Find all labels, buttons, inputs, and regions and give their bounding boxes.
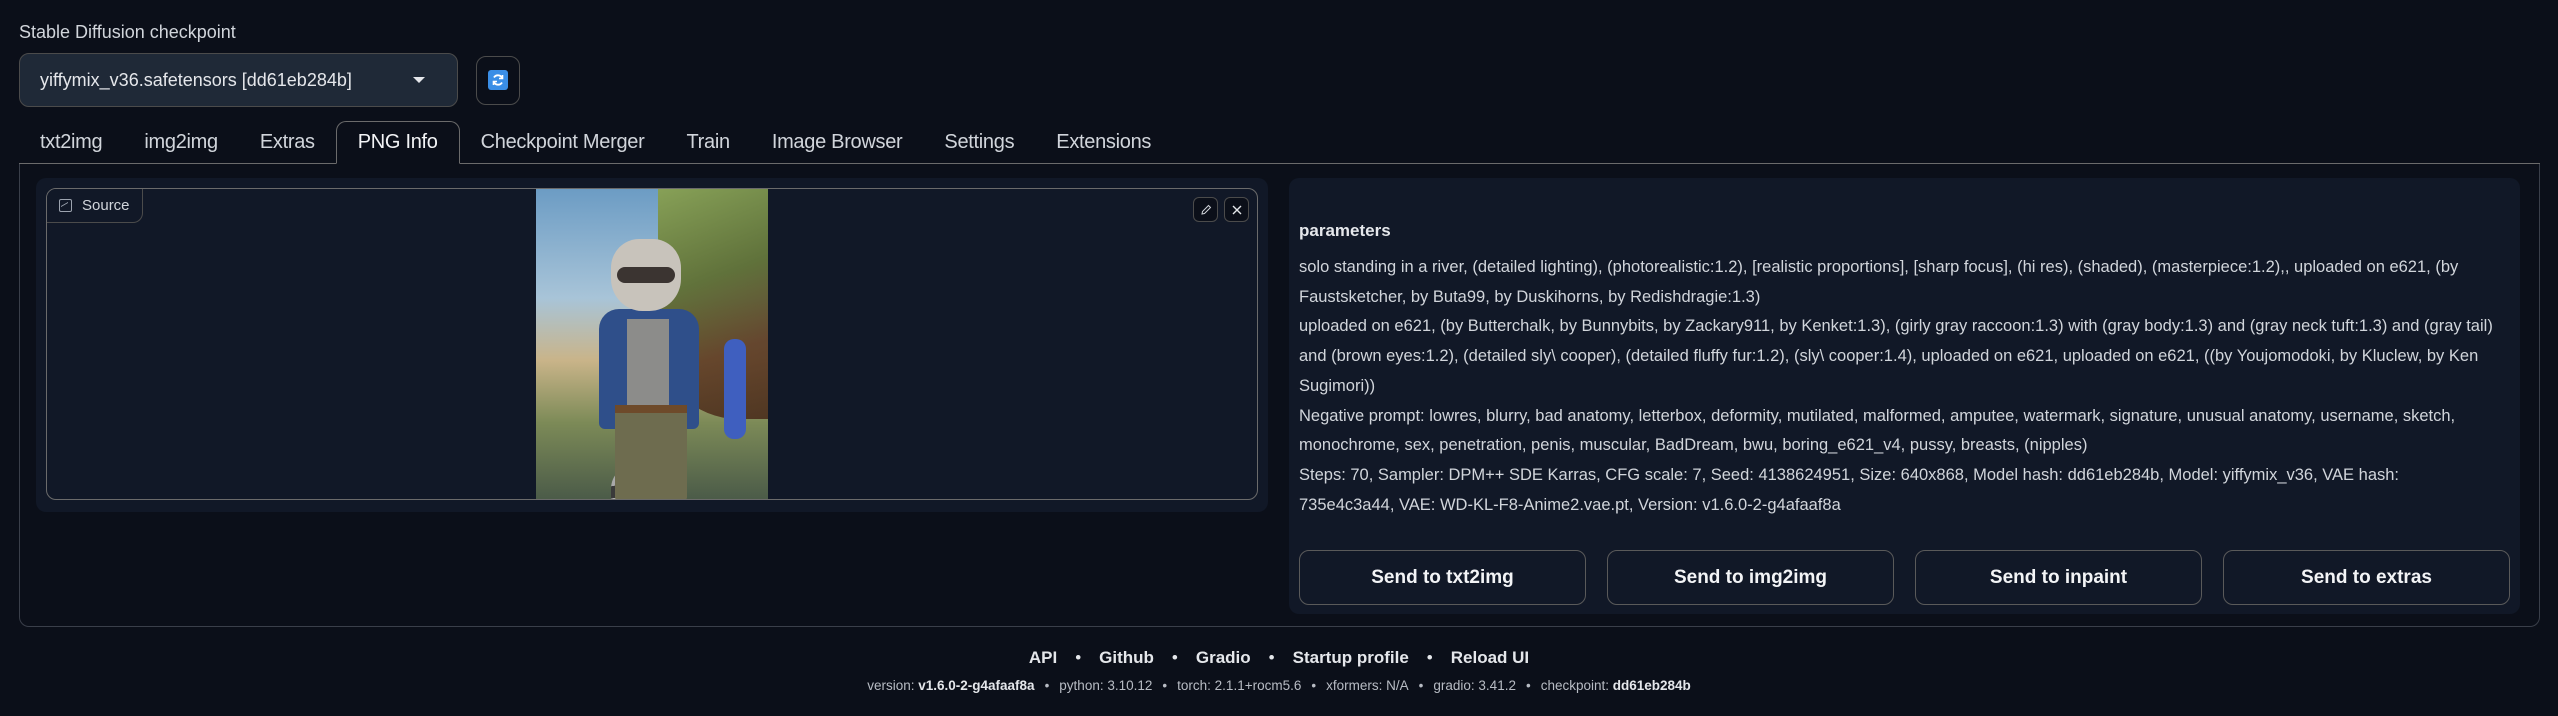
image-actions (1193, 197, 1249, 222)
separator: • (1162, 678, 1168, 693)
image-pants (615, 409, 687, 499)
xformers-value: N/A (1386, 678, 1409, 693)
source-image-dropzone[interactable]: Source (46, 188, 1258, 500)
footer-link-startup-profile[interactable]: Startup profile (1293, 648, 1409, 668)
source-label: Source (47, 189, 143, 223)
image-mask (617, 267, 675, 283)
checkpoint-item: checkpoint: dd61eb284b (1541, 678, 1691, 693)
separator: • (1171, 648, 1178, 667)
image-arm (724, 339, 746, 439)
positive-prompt-line-1: solo standing in a river, (detailed ligh… (1299, 258, 2459, 306)
image-character (591, 239, 711, 499)
tab-txt2img[interactable]: txt2img (19, 121, 123, 163)
positive-prompt-line-2: uploaded on e621, (by Butterchalk, by Bu… (1299, 317, 2493, 395)
torch-key: torch: (1177, 678, 1211, 693)
send-to-extras-button[interactable]: Send to extras (2223, 550, 2510, 605)
torch-item: torch: 2.1.1+rocm5.6 (1177, 678, 1301, 693)
tab-checkpoint-merger[interactable]: Checkpoint Merger (460, 121, 666, 163)
chevron-down-icon (413, 77, 425, 83)
tab-image-browser[interactable]: Image Browser (751, 121, 924, 163)
negative-prompt: Negative prompt: lowres, blurry, bad ana… (1299, 406, 2456, 455)
tab-train[interactable]: Train (665, 121, 750, 163)
parameters-text: solo standing in a river, (detailed ligh… (1299, 253, 2499, 520)
footer-link-github[interactable]: Github (1099, 648, 1154, 668)
separator: • (1525, 678, 1531, 693)
footer: API • Github • Gradio • Startup profile … (0, 648, 2558, 693)
refresh-checkpoint-button[interactable] (476, 55, 520, 105)
xformers-item: xformers: N/A (1326, 678, 1409, 693)
image-belt (615, 405, 687, 413)
tab-extras[interactable]: Extras (239, 121, 336, 163)
separator: • (1044, 678, 1050, 693)
version-value: v1.6.0-2-g4afaaf8a (918, 678, 1035, 693)
refresh-icon (488, 70, 508, 90)
python-item: python: 3.10.12 (1059, 678, 1152, 693)
checkpoint-value: yiffymix_v36.safetensors [dd61eb284b] (40, 69, 352, 90)
checkpoint-key: checkpoint: (1540, 678, 1609, 693)
separator: • (1418, 678, 1424, 693)
send-to-txt2img-button[interactable]: Send to txt2img (1299, 550, 1586, 605)
image-shirt (627, 319, 669, 409)
checkpoint-section: Stable Diffusion checkpoint yiffymix_v36… (19, 22, 520, 107)
generation-settings: Steps: 70, Sampler: DPM++ SDE Karras, CF… (1299, 465, 2400, 514)
tab-png-info[interactable]: PNG Info (335, 121, 460, 164)
checkpoint-dropdown[interactable]: yiffymix_v36.safetensors [dd61eb284b] (19, 53, 458, 107)
tab-settings[interactable]: Settings (923, 121, 1035, 163)
footer-links: API • Github • Gradio • Startup profile … (0, 648, 2558, 668)
separator: • (1426, 648, 1433, 667)
source-image (536, 189, 768, 499)
torch-value: 2.1.1+rocm5.6 (1214, 678, 1302, 693)
pencil-icon (1200, 204, 1211, 215)
edit-image-button[interactable] (1193, 197, 1218, 222)
footer-link-reload-ui[interactable]: Reload UI (1451, 648, 1529, 668)
image-icon (59, 199, 72, 212)
footer-link-api[interactable]: API (1029, 648, 1057, 668)
version-key: version: (867, 678, 915, 693)
send-to-img2img-button[interactable]: Send to img2img (1607, 550, 1894, 605)
xformers-key: xformers: (1326, 678, 1383, 693)
python-key: python: (1059, 678, 1104, 693)
send-to-inpaint-button[interactable]: Send to inpaint (1915, 550, 2202, 605)
separator: • (1311, 678, 1317, 693)
parameters-title: parameters (1299, 221, 1391, 240)
source-label-text: Source (82, 197, 130, 214)
main-tabs: txt2img img2img Extras PNG Info Checkpoi… (19, 121, 2540, 164)
version-info: version: v1.6.0-2-g4afaaf8a • python: 3.… (0, 678, 2558, 693)
gradio-key: gradio: (1433, 678, 1475, 693)
python-value: 3.10.12 (1107, 678, 1153, 693)
gradio-item: gradio: 3.41.2 (1433, 678, 1516, 693)
source-panel: Source (36, 178, 1268, 512)
separator: • (1075, 648, 1082, 667)
footer-link-gradio[interactable]: Gradio (1196, 648, 1251, 668)
separator: • (1268, 648, 1275, 667)
version-item: version: v1.6.0-2-g4afaaf8a (867, 678, 1034, 693)
checkpoint-hash: dd61eb284b (1612, 678, 1691, 693)
tab-img2img[interactable]: img2img (123, 121, 238, 163)
send-buttons: Send to txt2img Send to img2img Send to … (1299, 550, 2510, 605)
gradio-value: 3.41.2 (1478, 678, 1516, 693)
clear-image-button[interactable] (1224, 197, 1249, 222)
checkpoint-label: Stable Diffusion checkpoint (19, 22, 236, 42)
parameters-panel: parameters solo standing in a river, (de… (1289, 178, 2520, 614)
close-icon (1232, 205, 1241, 214)
tab-extensions[interactable]: Extensions (1035, 121, 1172, 163)
